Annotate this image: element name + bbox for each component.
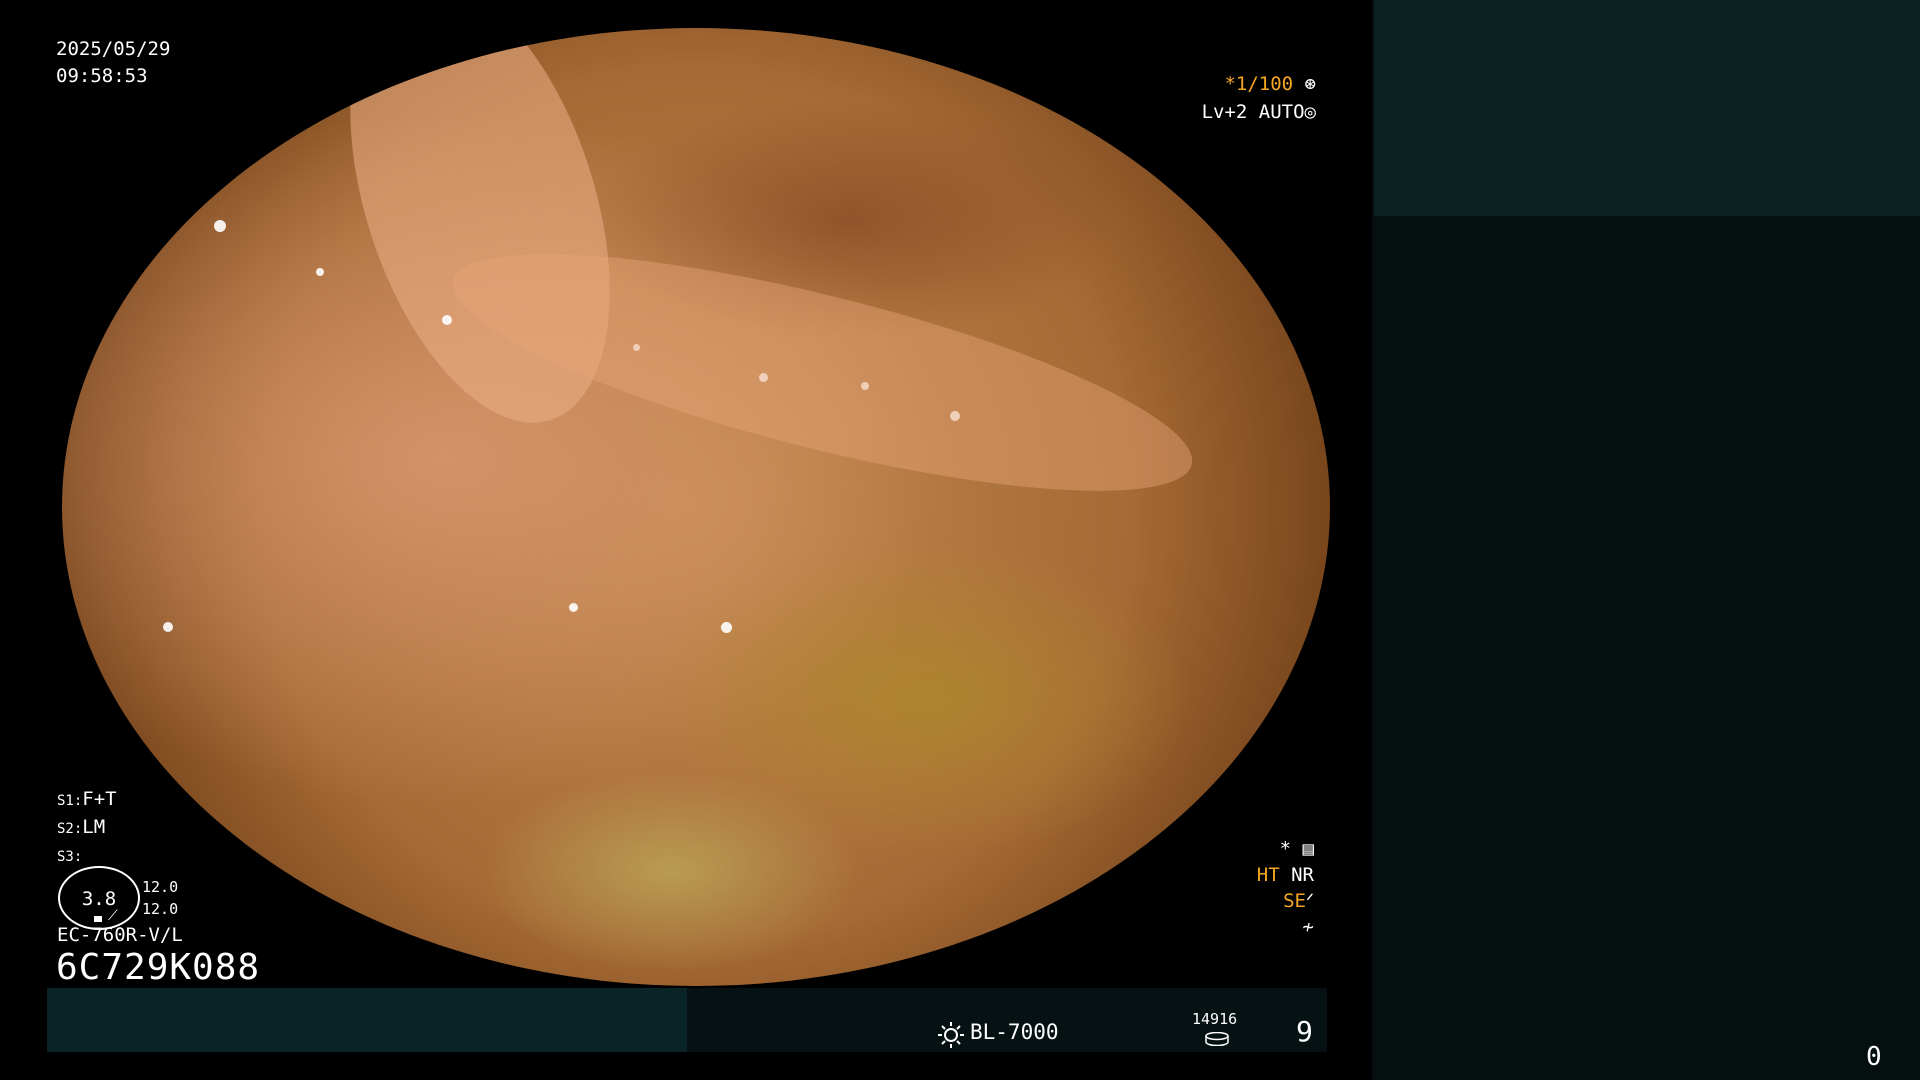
shutter-icon: ⊛ — [1293, 73, 1316, 95]
mode-text: AUTO — [1258, 101, 1305, 123]
bubble — [632, 344, 640, 352]
endoscope-view — [0, 0, 1372, 1080]
nr-label: NR — [1291, 864, 1314, 886]
shutter-row: *1/100 ⊛ — [1186, 70, 1316, 98]
signal-icon: ≁ — [1302, 916, 1314, 938]
sun-icon — [938, 1022, 964, 1048]
se-row: SEᐟ — [1196, 888, 1314, 914]
setting-s2: S2:LM — [57, 814, 117, 842]
time-text: 09:58:53 — [56, 65, 148, 87]
s1-key: S1: — [57, 793, 83, 809]
curve-icon: ᐟ — [1305, 890, 1314, 912]
ht-nr-row: HT NR — [1196, 862, 1314, 888]
bubble — [163, 621, 174, 632]
signal-row: ≁ — [1196, 914, 1314, 940]
date-text: 2025/05/29 — [56, 38, 171, 60]
s3-key: S3: — [57, 849, 83, 865]
bubble — [442, 315, 453, 326]
endoscopic-image — [62, 28, 1330, 986]
bubble — [214, 219, 227, 232]
ht-label: HT — [1256, 864, 1280, 886]
processing-indicators: * ▤ HT NR SEᐟ ≁ — [1196, 836, 1314, 940]
page-number: 9 — [1296, 1015, 1313, 1048]
light-source-label: BL-7000 — [970, 1020, 1059, 1044]
scope-model: EC-760R-V/L — [57, 924, 183, 946]
right-panel-number: 0 — [1866, 1042, 1882, 1072]
s1-value: F+T — [82, 788, 117, 810]
level-row: Lv+2 AUTO◎ — [1186, 98, 1316, 126]
setting-s1: S1:F+T — [57, 786, 117, 814]
bubble — [759, 372, 769, 382]
s2-key: S2: — [57, 821, 83, 837]
star-row: * ▤ — [1196, 836, 1314, 862]
serial-number: 6C729K088 — [56, 947, 261, 988]
bubble — [721, 621, 733, 633]
settings-icon: ▤ — [1302, 838, 1314, 860]
bubble — [315, 267, 324, 276]
bubble — [860, 382, 869, 391]
dial-num-2: 12.0 — [142, 900, 179, 918]
right-panel-header — [1374, 0, 1920, 216]
disk-icon — [1205, 1032, 1229, 1046]
level-text: Lv+2 — [1201, 101, 1248, 123]
shutter-prefix: * — [1224, 73, 1236, 95]
dial-numbers: 12.0 12.0 — [142, 876, 178, 920]
auto-icon: ◎ — [1304, 101, 1316, 123]
dial-num-1: 12.0 — [142, 878, 179, 896]
top-right-info: *1/100 ⊛ Lv+2 AUTO◎ — [1186, 70, 1316, 126]
dial-mark — [94, 916, 102, 922]
status-bar-left — [47, 988, 687, 1052]
bubble — [949, 411, 960, 422]
se-label: SE — [1283, 890, 1306, 912]
s2-value: LM — [82, 816, 106, 838]
zoom-dial: 3.8 ⟋ — [58, 866, 140, 930]
bubble — [569, 602, 579, 612]
datetime: 2025/05/29 09:58:53 — [56, 36, 170, 90]
image-count: 14916 — [1192, 1010, 1238, 1028]
dial-value: 3.8 — [81, 888, 117, 910]
star-mark: * — [1279, 838, 1292, 860]
top-mask — [0, 0, 1372, 28]
pen-icon: ⟋ — [108, 908, 118, 924]
scope-settings: S1:F+T S2:LM S3: — [57, 786, 117, 870]
shutter-speed: 1/100 — [1235, 73, 1294, 95]
